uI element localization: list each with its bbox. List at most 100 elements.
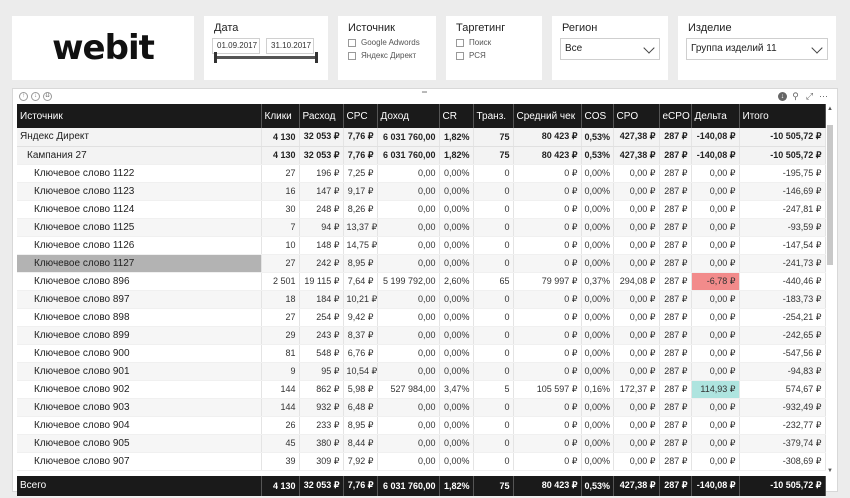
- column-header[interactable]: Транз.: [473, 104, 514, 128]
- chevron-down-icon[interactable]: [811, 42, 823, 54]
- column-header[interactable]: Итого: [739, 104, 826, 128]
- date-end-input[interactable]: 31.10.2017: [266, 38, 314, 54]
- table-row[interactable]: Ключевое слово 905 45 380 ₽8,44 ₽0,00 0,00%…: [17, 434, 826, 453]
- column-header[interactable]: COS: [581, 104, 614, 128]
- table-cell: 0,00%: [439, 416, 474, 435]
- column-header[interactable]: Доход: [377, 104, 440, 128]
- focus-mode-icon[interactable]: ⤢: [804, 91, 815, 101]
- scroll-thumb[interactable]: [827, 125, 833, 265]
- table-cell: 287 ₽: [659, 398, 692, 417]
- table-row[interactable]: Ключевое слово 900 81 548 ₽6,76 ₽0,00 0,00%…: [17, 344, 826, 363]
- table-row[interactable]: Ключевое слово 898 27 254 ₽9,42 ₽0,00 0,00%…: [17, 308, 826, 327]
- table-row[interactable]: Ключевое слово 902 144 862 ₽5,98 ₽527 984,…: [17, 380, 826, 399]
- table-row[interactable]: Ключевое слово 896 2 501 19 115 ₽7,64 ₽5 1…: [17, 272, 826, 291]
- table-cell: 0,00 ₽: [613, 182, 660, 201]
- checkbox-icon[interactable]: [456, 51, 464, 60]
- table-cell: 0,53%: [581, 146, 614, 165]
- date-slider-end-handle[interactable]: [315, 51, 318, 63]
- drill-mode-icon[interactable]: ↓: [778, 91, 787, 101]
- expand-level-icon[interactable]: ⇊: [43, 91, 52, 101]
- table-row[interactable]: Ключевое слово 1122 27 196 ₽7,25 ₽0,00 0,00…: [17, 164, 826, 183]
- column-header[interactable]: Дельта: [691, 104, 740, 128]
- table-row[interactable]: Кампания 27 4 130 32 053 ₽7,76 ₽6 031 760,…: [17, 146, 826, 165]
- source-option-google[interactable]: Google Adwords: [348, 38, 420, 47]
- table-cell: 0 ₽: [513, 218, 582, 237]
- table-cell: -242,65 ₽: [739, 326, 826, 345]
- source-option-yandex[interactable]: Яндекс Директ: [348, 51, 416, 60]
- more-options-icon[interactable]: ⋯: [818, 91, 829, 101]
- vertical-scrollbar[interactable]: ▲ ▼: [826, 105, 834, 475]
- table-cell: 0 ₽: [513, 452, 582, 471]
- column-header[interactable]: Средний чек: [513, 104, 582, 128]
- targeting-option-rsya[interactable]: РСЯ: [456, 51, 486, 60]
- column-header[interactable]: CPO: [613, 104, 660, 128]
- table-cell: 0,00 ₽: [613, 254, 660, 273]
- table-cell: 10,54 ₽: [343, 362, 378, 381]
- table-cell: 248 ₽: [299, 200, 344, 219]
- column-header[interactable]: eCPO: [659, 104, 692, 128]
- table-row[interactable]: Ключевое слово 899 29 243 ₽8,37 ₽0,00 0,00%…: [17, 326, 826, 345]
- region-slicer-title: Регион: [562, 22, 598, 34]
- table-cell: 0,00%: [581, 218, 614, 237]
- table-cell: 0,00%: [581, 182, 614, 201]
- column-header[interactable]: Клики: [261, 104, 300, 128]
- row-label: Ключевое слово 1124: [17, 200, 262, 219]
- table-row[interactable]: Ключевое слово 907 39 309 ₽7,92 ₽0,00 0,00%…: [17, 452, 826, 471]
- table-cell: 0,00 ₽: [613, 290, 660, 309]
- scroll-up-icon[interactable]: ▲: [826, 105, 834, 113]
- date-range-slider[interactable]: [214, 51, 318, 63]
- table-cell: 1,82%: [439, 128, 474, 147]
- column-header[interactable]: CR: [439, 104, 474, 128]
- column-header[interactable]: CPC: [343, 104, 378, 128]
- table-cell: 80 423 ₽: [513, 146, 582, 165]
- checkbox-icon[interactable]: [456, 38, 464, 47]
- drag-grip-icon[interactable]: ═: [422, 89, 430, 96]
- table-cell: 574,67 ₽: [739, 380, 826, 399]
- table-cell: 0,00%: [439, 218, 474, 237]
- region-dropdown[interactable]: Все: [560, 38, 660, 60]
- table-row[interactable]: Ключевое слово 904 26 233 ₽8,95 ₽0,00 0,00%…: [17, 416, 826, 435]
- table-cell: 0,00: [377, 326, 440, 345]
- pin-icon[interactable]: ⚲: [790, 91, 801, 101]
- product-dropdown-value: Группа изделий 11: [691, 43, 777, 54]
- table-row[interactable]: Ключевое слово 903 144 932 ₽6,48 ₽0,00 0,00…: [17, 398, 826, 417]
- table-row[interactable]: Ключевое слово 1126 10 148 ₽14,75 ₽0,00 0,0…: [17, 236, 826, 255]
- date-slider-start-handle[interactable]: [214, 51, 217, 63]
- table-cell: -247,81 ₽: [739, 200, 826, 219]
- table-cell: 0,00%: [439, 344, 474, 363]
- table-cell: 5 199 792,00: [377, 272, 440, 291]
- table-cell: 27: [261, 164, 300, 183]
- table-cell: 0,00%: [581, 362, 614, 381]
- table-row[interactable]: Яндекс Директ 4 130 32 053 ₽7,76 ₽6 031 76…: [17, 128, 826, 147]
- table-cell: 0,00 ₽: [691, 254, 740, 273]
- table-row[interactable]: Ключевое слово 897 18 184 ₽10,21 ₽0,00 0,00…: [17, 290, 826, 309]
- table-row[interactable]: Ключевое слово 1125 7 94 ₽13,37 ₽0,00 0,00%…: [17, 218, 826, 237]
- checkbox-icon[interactable]: [348, 51, 356, 60]
- table-cell: 10: [261, 236, 300, 255]
- date-start-input[interactable]: 01.09.2017: [212, 38, 260, 54]
- column-header[interactable]: Расход: [299, 104, 344, 128]
- table-cell: 243 ₽: [299, 326, 344, 345]
- chevron-down-icon[interactable]: [643, 42, 655, 54]
- total-cell: 427,38 ₽: [613, 476, 660, 497]
- table-row[interactable]: Ключевое слово 1123 16 147 ₽9,17 ₽0,00 0,00…: [17, 182, 826, 201]
- table-cell: 7: [261, 218, 300, 237]
- table-row[interactable]: Ключевое слово 1127 27 242 ₽8,95 ₽0,00 0,00…: [17, 254, 826, 273]
- table-cell: 287 ₽: [659, 200, 692, 219]
- table-cell: 309 ₽: [299, 452, 344, 471]
- column-header[interactable]: Источник: [17, 104, 262, 128]
- drill-up-icon[interactable]: ↑: [19, 91, 28, 101]
- scroll-down-icon[interactable]: ▼: [826, 467, 834, 475]
- table-cell: -10 505,72 ₽: [739, 146, 826, 165]
- table-cell: 9,17 ₽: [343, 182, 378, 201]
- table-cell: 0,00%: [581, 308, 614, 327]
- drill-down-icon[interactable]: ↓: [31, 91, 40, 101]
- table-row[interactable]: Ключевое слово 1124 30 248 ₽8,26 ₽0,00 0,00…: [17, 200, 826, 219]
- product-dropdown[interactable]: Группа изделий 11: [686, 38, 828, 60]
- targeting-option-search[interactable]: Поиск: [456, 38, 491, 47]
- row-label: Ключевое слово 901: [17, 362, 262, 381]
- checkbox-icon[interactable]: [348, 38, 356, 47]
- table-cell: 427,38 ₽: [613, 146, 660, 165]
- table-cell: 5,98 ₽: [343, 380, 378, 399]
- table-row[interactable]: Ключевое слово 901 9 95 ₽10,54 ₽0,00 0,00% 0…: [17, 362, 826, 381]
